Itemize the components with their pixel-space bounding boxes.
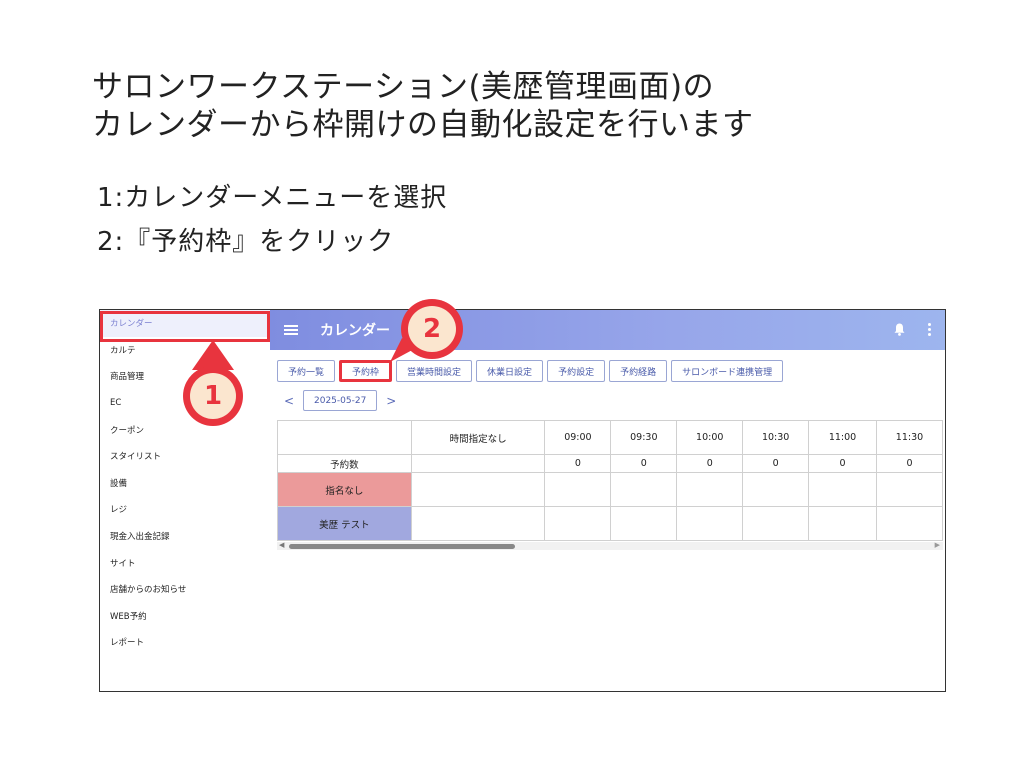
tab-bar: 予約一覧 予約枠 営業時間設定 休業日設定 予約設定 予約経路 サロンボード連携…: [277, 360, 784, 382]
tab-reservation-list[interactable]: 予約一覧: [277, 360, 336, 382]
step-marker-2-number: 2: [408, 306, 456, 352]
slide-title-line2: カレンダーから枠開けの自動化設定を行います: [92, 107, 754, 143]
slot-cell[interactable]: [610, 506, 678, 541]
sidebar-item-label: 商品管理: [110, 372, 145, 383]
slot-cell[interactable]: [808, 472, 877, 507]
horizontal-scrollbar[interactable]: ◀ ▶: [277, 541, 943, 550]
scroll-left-arrow-icon[interactable]: ◀: [279, 541, 284, 549]
tab-reservation-settings[interactable]: 予約設定: [547, 360, 606, 382]
header-title: カレンダー: [320, 323, 390, 339]
step-marker-1-number: 1: [190, 373, 236, 419]
reservation-slot-table: 時間指定なし 09:00 09:30 10:00 10:30 11:00 11:…: [277, 420, 943, 541]
column-header: 10:30: [742, 420, 810, 455]
sidebar-item-notices[interactable]: 店舗からのお知らせ: [100, 576, 270, 603]
sidebar-item-register[interactable]: レジ: [100, 496, 270, 523]
table-cell: 0: [808, 454, 877, 473]
table-cell: [410, 454, 546, 473]
sidebar-item-label: クーポン: [110, 425, 145, 436]
row-label-no-designation: 指名なし: [277, 472, 412, 507]
table-cell: 0: [610, 454, 678, 473]
tab-reservation-routes[interactable]: 予約経路: [609, 360, 668, 382]
slot-cell[interactable]: [410, 472, 546, 507]
scrollbar-thumb[interactable]: [289, 544, 515, 549]
sidebar-item-label: WEB予約: [110, 611, 147, 622]
column-header: 09:30: [610, 420, 678, 455]
instruction-steps: 1:カレンダーメニューを選択 2:『予約枠』をクリック: [97, 176, 447, 264]
slot-cell[interactable]: [876, 472, 943, 507]
slot-cell[interactable]: [742, 472, 810, 507]
table-cell: 0: [876, 454, 943, 473]
slot-cell[interactable]: [676, 506, 744, 541]
hamburger-icon[interactable]: [284, 325, 298, 335]
sidebar-item-web-reservation[interactable]: WEB予約: [100, 603, 270, 630]
table-cell: 0: [742, 454, 810, 473]
step-marker-1: 1: [183, 366, 243, 426]
step-marker-2: 2: [401, 299, 463, 359]
sidebar-item-site[interactable]: サイト: [100, 549, 270, 576]
step-1: 1:カレンダーメニューを選択: [97, 183, 448, 213]
slot-cell[interactable]: [544, 506, 612, 541]
sidebar-item-label: 店舗からのお知らせ: [110, 585, 187, 596]
sidebar-item-label: 現金入出金記録: [110, 532, 170, 543]
kebab-menu-icon[interactable]: [927, 323, 931, 336]
sidebar-item-label: レジ: [110, 505, 128, 516]
slot-cell[interactable]: [808, 506, 877, 541]
table-row: 美歴 テスト: [277, 506, 943, 541]
bell-icon[interactable]: [894, 323, 905, 336]
sidebar-item-label: カルテ: [110, 345, 136, 356]
sidebar-item-report[interactable]: レポート: [100, 629, 270, 656]
sidebar-item-label: EC: [110, 398, 122, 409]
table-row: 指名なし: [277, 472, 943, 507]
slot-cell[interactable]: [410, 506, 546, 541]
slot-cell[interactable]: [742, 506, 810, 541]
table-cell: 0: [544, 454, 612, 473]
slide-title: サロンワークステーション(美歴管理画面)の カレンダーから枠開けの自動化設定を行…: [92, 68, 754, 144]
step-2: 2:『予約枠』をクリック: [97, 227, 395, 257]
row-label: 予約数: [277, 454, 412, 473]
slot-cell[interactable]: [610, 472, 678, 507]
sidebar-item-coupon[interactable]: クーポン: [100, 416, 270, 443]
table-cell: 0: [676, 454, 744, 473]
chevron-left-icon[interactable]: <: [283, 394, 295, 408]
tab-holiday-settings[interactable]: 休業日設定: [476, 360, 544, 382]
sidebar-item-cash-log[interactable]: 現金入出金記録: [100, 523, 270, 550]
column-header: 時間指定なし: [410, 420, 546, 455]
scroll-right-arrow-icon[interactable]: ▶: [935, 541, 940, 549]
calendar-highlight-box: [100, 311, 270, 342]
sidebar-item-label: レポート: [110, 638, 145, 649]
column-header: 11:00: [808, 420, 877, 455]
slot-cell[interactable]: [676, 472, 744, 507]
table-row: 予約数 0 0 0 0 0 0: [277, 454, 943, 473]
tab-reservation-slots[interactable]: 予約枠: [339, 360, 393, 382]
app-header: カレンダー: [270, 310, 945, 350]
sidebar-item-equipment[interactable]: 設備: [100, 470, 270, 497]
sidebar-item-stylist[interactable]: スタイリスト: [100, 443, 270, 470]
slide-title-line1: サロンワークステーション(美歴管理画面)の: [92, 69, 715, 105]
slot-cell[interactable]: [544, 472, 612, 507]
column-header: 09:00: [544, 420, 612, 455]
tab-salonboard-link[interactable]: サロンボード連携管理: [671, 360, 784, 382]
sidebar-item-label: サイト: [110, 558, 136, 569]
chevron-right-icon[interactable]: >: [385, 394, 397, 408]
sidebar-item-label: スタイリスト: [110, 452, 162, 463]
sidebar-item-label: 設備: [110, 478, 128, 489]
table-header-row: 時間指定なし 09:00 09:30 10:00 10:30 11:00 11:…: [277, 420, 943, 455]
date-picker[interactable]: 2025-05-27: [303, 390, 378, 411]
date-navigator: < 2025-05-27 >: [283, 390, 397, 411]
table-corner-cell: [277, 420, 412, 455]
slot-cell[interactable]: [876, 506, 943, 541]
row-label-staff: 美歴 テスト: [277, 506, 412, 541]
column-header: 11:30: [876, 420, 943, 455]
column-header: 10:00: [676, 420, 744, 455]
